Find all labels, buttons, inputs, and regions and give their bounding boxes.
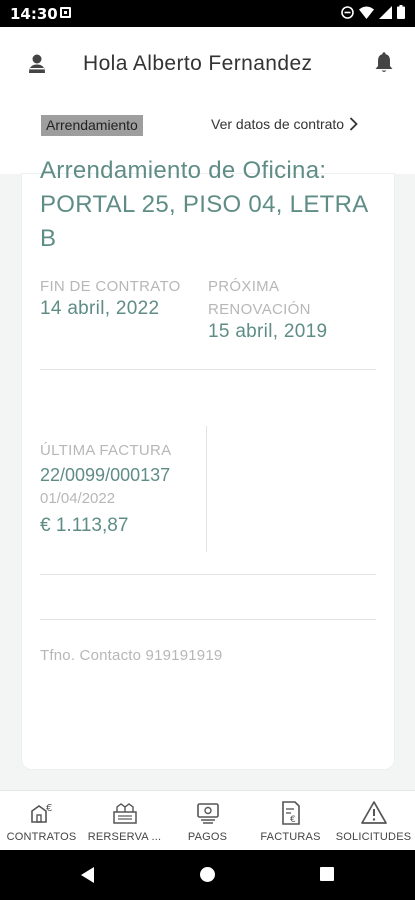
bottom-nav: € CONTRATOS RERSERVA ... PAGOS € FACTURA… xyxy=(0,790,415,850)
contract-end-block: FIN DE CONTRATO 14 abril, 2022 xyxy=(40,275,200,320)
status-time: 14:30 xyxy=(10,5,58,23)
header-greeting: Hola Alberto Fernandez xyxy=(83,52,313,75)
payments-icon xyxy=(196,803,219,824)
renewal-label: PRÓXIMA RENOVACIÓN xyxy=(208,278,311,318)
app-header: Hola Alberto Fernandez xyxy=(0,27,415,104)
svg-text:€: € xyxy=(46,803,52,814)
last-invoice-block[interactable]: ÚLTIMA FACTURA 22/0099/000137 01/04/2022… xyxy=(40,439,200,540)
invoice-amount: € 1.113,87 xyxy=(40,515,129,536)
nav-label: FACTURAS xyxy=(260,831,321,843)
nav-item-contracts[interactable]: € CONTRATOS xyxy=(0,791,83,850)
nav-label: PAGOS xyxy=(187,831,228,843)
contracts-icon: € xyxy=(30,803,52,823)
nav-label: CONTRATOS xyxy=(6,831,77,843)
invoice-date: 01/04/2022 xyxy=(40,490,116,507)
status-bar: 14:30 xyxy=(0,0,415,27)
divider xyxy=(40,574,376,575)
view-contract-link[interactable]: Ver datos de contrato xyxy=(211,116,358,132)
reservation-icon xyxy=(112,803,137,824)
wifi-icon xyxy=(359,6,374,19)
nav-label: RERSERVA ... xyxy=(87,831,162,843)
nav-label: SOLICITUDES xyxy=(335,831,412,843)
svg-text:€: € xyxy=(290,815,296,825)
contract-type-badge: Arrendamiento xyxy=(41,115,143,136)
invoices-icon: € xyxy=(281,801,300,825)
invoice-label: ÚLTIMA FACTURA xyxy=(40,442,172,459)
nav-item-payments[interactable]: PAGOS xyxy=(166,791,249,850)
requests-icon xyxy=(360,801,387,824)
home-icon[interactable] xyxy=(200,867,215,882)
signal-icon xyxy=(379,5,392,19)
status-icons xyxy=(341,5,405,19)
contact-phone[interactable]: Tfno. Contacto 919191919 xyxy=(40,647,222,664)
nav-item-invoices[interactable]: € FACTURAS xyxy=(249,791,332,850)
divider xyxy=(40,369,376,370)
recent-apps-icon[interactable] xyxy=(320,867,334,881)
dnd-icon xyxy=(341,5,354,19)
end-date-label: FIN DE CONTRATO xyxy=(40,278,181,295)
view-contract-label: Ver datos de contrato xyxy=(211,116,345,132)
invoice-number: 22/0099/000137 xyxy=(40,465,171,485)
contract-title: Arrendamiento de Oficina: PORTAL 25, PIS… xyxy=(40,157,368,252)
vertical-divider xyxy=(206,426,207,552)
end-date-value: 14 abril, 2022 xyxy=(40,298,160,319)
battery-icon xyxy=(397,5,405,19)
renewal-date-value: 15 abril, 2019 xyxy=(208,321,328,342)
back-icon[interactable] xyxy=(81,867,95,883)
nav-item-requests[interactable]: SOLICITUDES xyxy=(332,791,415,850)
notification-icon xyxy=(60,7,71,18)
divider xyxy=(40,619,376,620)
chevron-right-icon xyxy=(349,117,358,131)
system-nav-bar xyxy=(0,850,415,900)
renewal-block: PRÓXIMA RENOVACIÓN 15 abril, 2019 xyxy=(208,275,368,343)
user-icon[interactable] xyxy=(28,54,46,79)
main-content: Arrendamiento Ver datos de contrato Arre… xyxy=(0,104,415,790)
bell-icon[interactable] xyxy=(374,52,394,79)
nav-item-reservation[interactable]: RERSERVA ... xyxy=(83,791,166,850)
